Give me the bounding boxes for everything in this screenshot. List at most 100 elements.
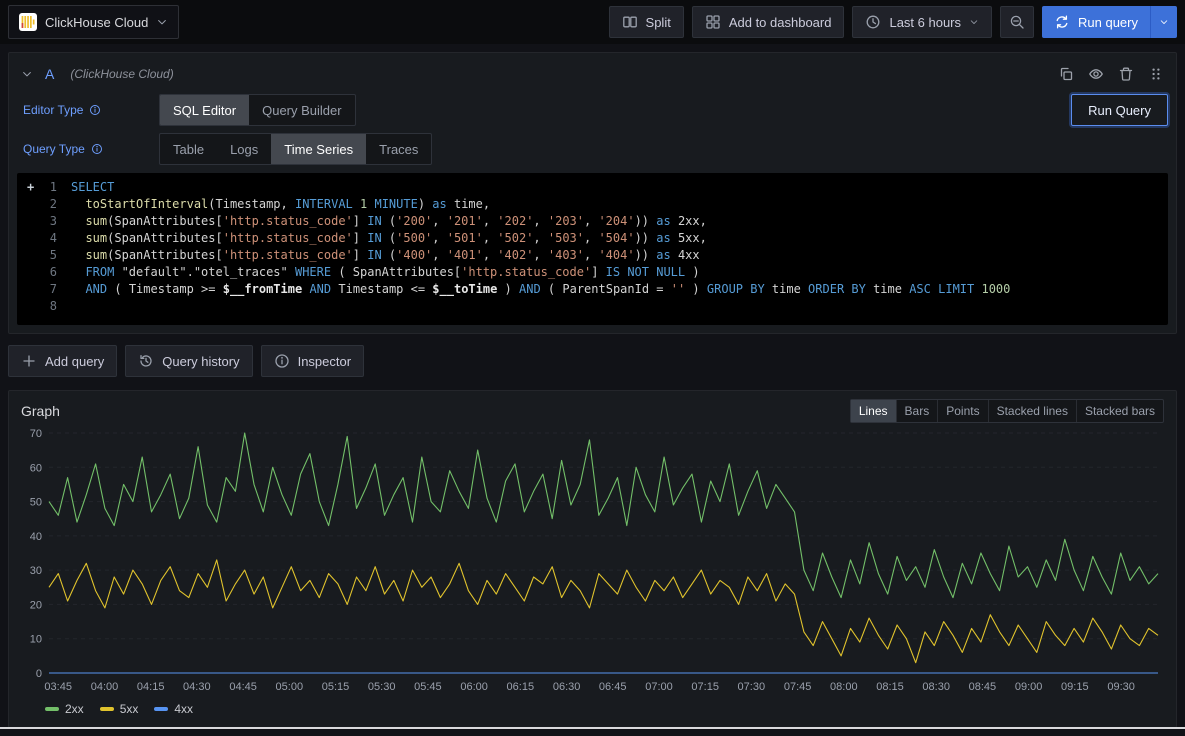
svg-text:07:15: 07:15 <box>691 681 719 693</box>
duplicate-query-icon[interactable] <box>1058 66 1074 82</box>
svg-text:04:15: 04:15 <box>137 681 165 693</box>
query-type-tab-table[interactable]: Table <box>160 134 217 164</box>
run-query-dropdown[interactable] <box>1150 6 1177 38</box>
collapse-query-icon[interactable] <box>21 68 33 80</box>
svg-text:05:45: 05:45 <box>414 681 442 693</box>
graph-mode-stacked-lines[interactable]: Stacked lines <box>988 400 1076 422</box>
graph-mode-stacked-bars[interactable]: Stacked bars <box>1076 400 1163 422</box>
svg-text:08:30: 08:30 <box>922 681 950 693</box>
svg-text:10: 10 <box>30 634 42 646</box>
split-icon <box>622 14 638 30</box>
query-datasource-hint: (ClickHouse Cloud) <box>70 67 173 81</box>
legend-swatch <box>45 707 59 711</box>
svg-text:50: 50 <box>30 497 42 509</box>
svg-text:06:45: 06:45 <box>599 681 627 693</box>
time-range-picker[interactable]: Last 6 hours <box>852 6 992 38</box>
svg-text:08:15: 08:15 <box>876 681 904 693</box>
series-2xx <box>49 433 1158 598</box>
info-icon[interactable] <box>89 104 101 116</box>
gutter-plus-icon[interactable]: + <box>27 179 34 196</box>
add-to-dashboard-button[interactable]: Add to dashboard <box>692 6 845 38</box>
y-axis: 010203040506070 <box>30 428 42 680</box>
svg-text:06:30: 06:30 <box>553 681 581 693</box>
grafana-explore: ClickHouse Cloud Split Add to dashboard … <box>0 0 1185 736</box>
query-type-tab-logs[interactable]: Logs <box>217 134 271 164</box>
sql-code: SELECT toStartOfInterval(Timestamp, INTE… <box>71 179 1168 319</box>
svg-text:05:15: 05:15 <box>322 681 350 693</box>
editor-type-option-sql-editor[interactable]: SQL Editor <box>160 95 249 125</box>
run-query-label: Run query <box>1078 15 1138 30</box>
svg-text:20: 20 <box>30 599 42 611</box>
datasource-picker-label: ClickHouse Cloud <box>45 15 148 30</box>
history-icon <box>138 353 154 369</box>
svg-text:05:00: 05:00 <box>276 681 304 693</box>
sql-code-editor[interactable]: +12345678 SELECT toStartOfInterval(Times… <box>17 173 1168 325</box>
chevron-down-icon <box>156 16 168 28</box>
svg-text:08:45: 08:45 <box>969 681 997 693</box>
svg-text:04:45: 04:45 <box>229 681 257 693</box>
chevron-down-icon <box>969 17 979 27</box>
svg-text:09:30: 09:30 <box>1107 681 1135 693</box>
clickhouse-logo-icon <box>19 13 37 31</box>
legend-swatch <box>154 707 168 711</box>
legend-label: 5xx <box>120 702 139 716</box>
query-row-header: A (ClickHouse Cloud) <box>17 61 1168 87</box>
add-to-dashboard-label: Add to dashboard <box>729 15 832 30</box>
add-query-label: Add query <box>45 354 104 369</box>
editor-type-option-query-builder[interactable]: Query Builder <box>249 95 354 125</box>
graph-mode-toggle: LinesBarsPointsStacked linesStacked bars <box>850 399 1164 423</box>
svg-text:07:30: 07:30 <box>738 681 766 693</box>
clock-icon <box>865 14 881 30</box>
graph-header: Graph LinesBarsPointsStacked linesStacke… <box>21 399 1164 423</box>
svg-text:70: 70 <box>30 428 42 440</box>
editor-type-label-group: Editor Type <box>17 103 159 117</box>
run-query-split-button: Run query <box>1042 6 1177 38</box>
panel-run-query-button[interactable]: Run Query <box>1071 94 1168 126</box>
info-icon[interactable] <box>91 143 103 155</box>
time-range-label: Last 6 hours <box>889 15 961 30</box>
query-type-row: Query Type TableLogsTime SeriesTraces <box>17 133 1168 165</box>
svg-text:07:00: 07:00 <box>645 681 673 693</box>
code-line: FROM "default"."otel_traces" WHERE ( Spa… <box>71 264 1168 281</box>
query-type-tab-time-series[interactable]: Time Series <box>271 134 366 164</box>
svg-text:07:45: 07:45 <box>784 681 812 693</box>
query-type-tab-traces[interactable]: Traces <box>366 134 431 164</box>
zoom-out-icon <box>1009 14 1025 30</box>
toggle-visibility-icon[interactable] <box>1088 66 1104 82</box>
graph-mode-points[interactable]: Points <box>937 400 987 422</box>
svg-text:08:00: 08:00 <box>830 681 858 693</box>
query-type-label: Query Type <box>23 142 85 156</box>
legend-item-5xx[interactable]: 5xx <box>100 702 139 716</box>
query-history-button[interactable]: Query history <box>125 345 252 377</box>
query-refid[interactable]: A <box>45 66 54 82</box>
code-line: SELECT <box>71 179 1168 196</box>
inspector-button[interactable]: Inspector <box>261 345 364 377</box>
code-line: toStartOfInterval(Timestamp, INTERVAL 1 … <box>71 196 1168 213</box>
query-history-label: Query history <box>162 354 239 369</box>
x-axis: 03:4504:0004:1504:3004:4505:0005:1505:30… <box>44 681 1134 693</box>
zoom-out-button[interactable] <box>1000 6 1034 38</box>
datasource-picker[interactable]: ClickHouse Cloud <box>8 5 179 39</box>
line-numbers-gutter: +12345678 <box>17 179 71 319</box>
svg-text:09:15: 09:15 <box>1061 681 1089 693</box>
drag-handle-icon[interactable] <box>1148 66 1164 82</box>
svg-text:60: 60 <box>30 462 42 474</box>
svg-text:30: 30 <box>30 565 42 577</box>
add-query-button[interactable]: Add query <box>8 345 117 377</box>
sync-icon <box>1054 14 1070 30</box>
graph-mode-bars[interactable]: Bars <box>896 400 938 422</box>
svg-text:04:00: 04:00 <box>91 681 119 693</box>
legend-item-4xx[interactable]: 4xx <box>154 702 193 716</box>
run-query-button[interactable]: Run query <box>1042 6 1150 38</box>
legend-item-2xx[interactable]: 2xx <box>45 702 84 716</box>
time-series-chart[interactable]: 01020304050607003:4504:0004:1504:3004:45… <box>21 427 1164 699</box>
split-button[interactable]: Split <box>609 6 684 38</box>
delete-query-icon[interactable] <box>1118 66 1134 82</box>
legend-label: 4xx <box>174 702 193 716</box>
secondary-actions: Add query Query history Inspector <box>8 345 1177 377</box>
graph-mode-lines[interactable]: Lines <box>851 400 896 422</box>
editor-type-label: Editor Type <box>23 103 83 117</box>
split-label: Split <box>646 15 671 30</box>
code-line: sum(SpanAttributes['http.status_code'] I… <box>71 213 1168 230</box>
graph-title: Graph <box>21 403 60 419</box>
